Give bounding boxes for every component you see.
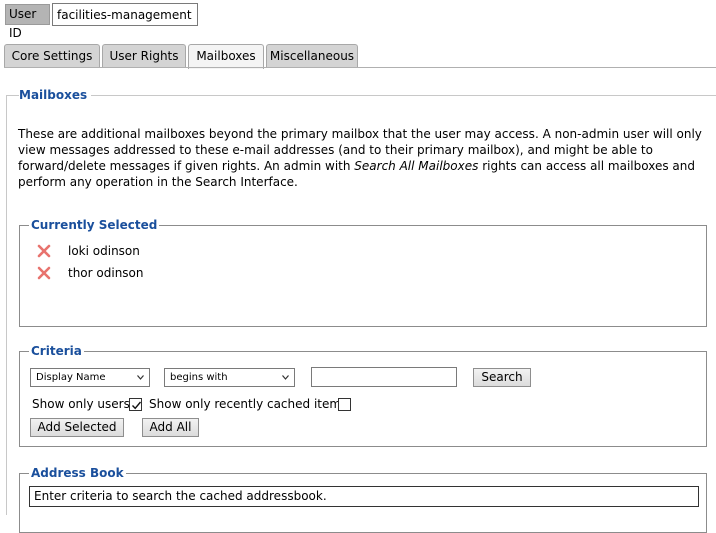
user-id-input[interactable] [52,3,198,26]
tab-user-rights[interactable]: User Rights [102,44,186,68]
tab-divider [4,67,716,68]
currently-selected-legend: Currently Selected [29,217,160,233]
tab-mailboxes[interactable]: Mailboxes [188,44,264,69]
checkmark-icon [131,401,142,410]
show-only-users-label: Show only users [32,397,130,411]
search-input[interactable] [311,367,457,387]
selected-item-name: loki odinson [68,244,140,258]
criteria-legend: Criteria [29,343,84,359]
user-id-label: User ID [5,4,50,40]
match-select[interactable]: begins with [164,368,295,387]
panel-title: Mailboxes [19,88,92,102]
selected-item-name: thor odinson [68,266,144,280]
show-only-users-checkbox[interactable] [129,398,142,411]
chevron-down-icon [137,375,144,380]
match-select-value: begins with [170,372,228,383]
add-selected-button[interactable]: Add Selected [30,418,124,437]
tab-miscellaneous[interactable]: Miscellaneous [266,44,358,68]
chevron-down-icon [282,375,289,380]
currently-selected-box: Currently Selected loki odinson thor odi… [19,217,707,327]
remove-x-icon[interactable] [36,265,52,281]
address-book-legend: Address Book [29,465,126,481]
panel-border-top [6,95,716,96]
tab-core-settings[interactable]: Core Settings [4,44,100,68]
recently-cached-checkbox[interactable] [338,398,351,411]
add-all-button[interactable]: Add All [142,418,199,437]
recently-cached-label: Show only recently cached items [149,397,348,411]
remove-x-icon[interactable] [36,243,52,259]
criteria-box: Criteria Display Name begins with Search… [19,343,707,447]
search-button[interactable]: Search [473,368,531,387]
description-emphasis: Search All Mailboxes [354,159,479,173]
field-select-value: Display Name [36,372,106,383]
panel-border-left [6,95,7,515]
panel-description: These are additional mailboxes beyond th… [18,126,708,190]
address-book-search-input[interactable]: Enter criteria to search the cached addr… [29,486,699,507]
field-select[interactable]: Display Name [30,368,150,387]
address-book-box: Address Book Enter criteria to search th… [19,465,707,533]
